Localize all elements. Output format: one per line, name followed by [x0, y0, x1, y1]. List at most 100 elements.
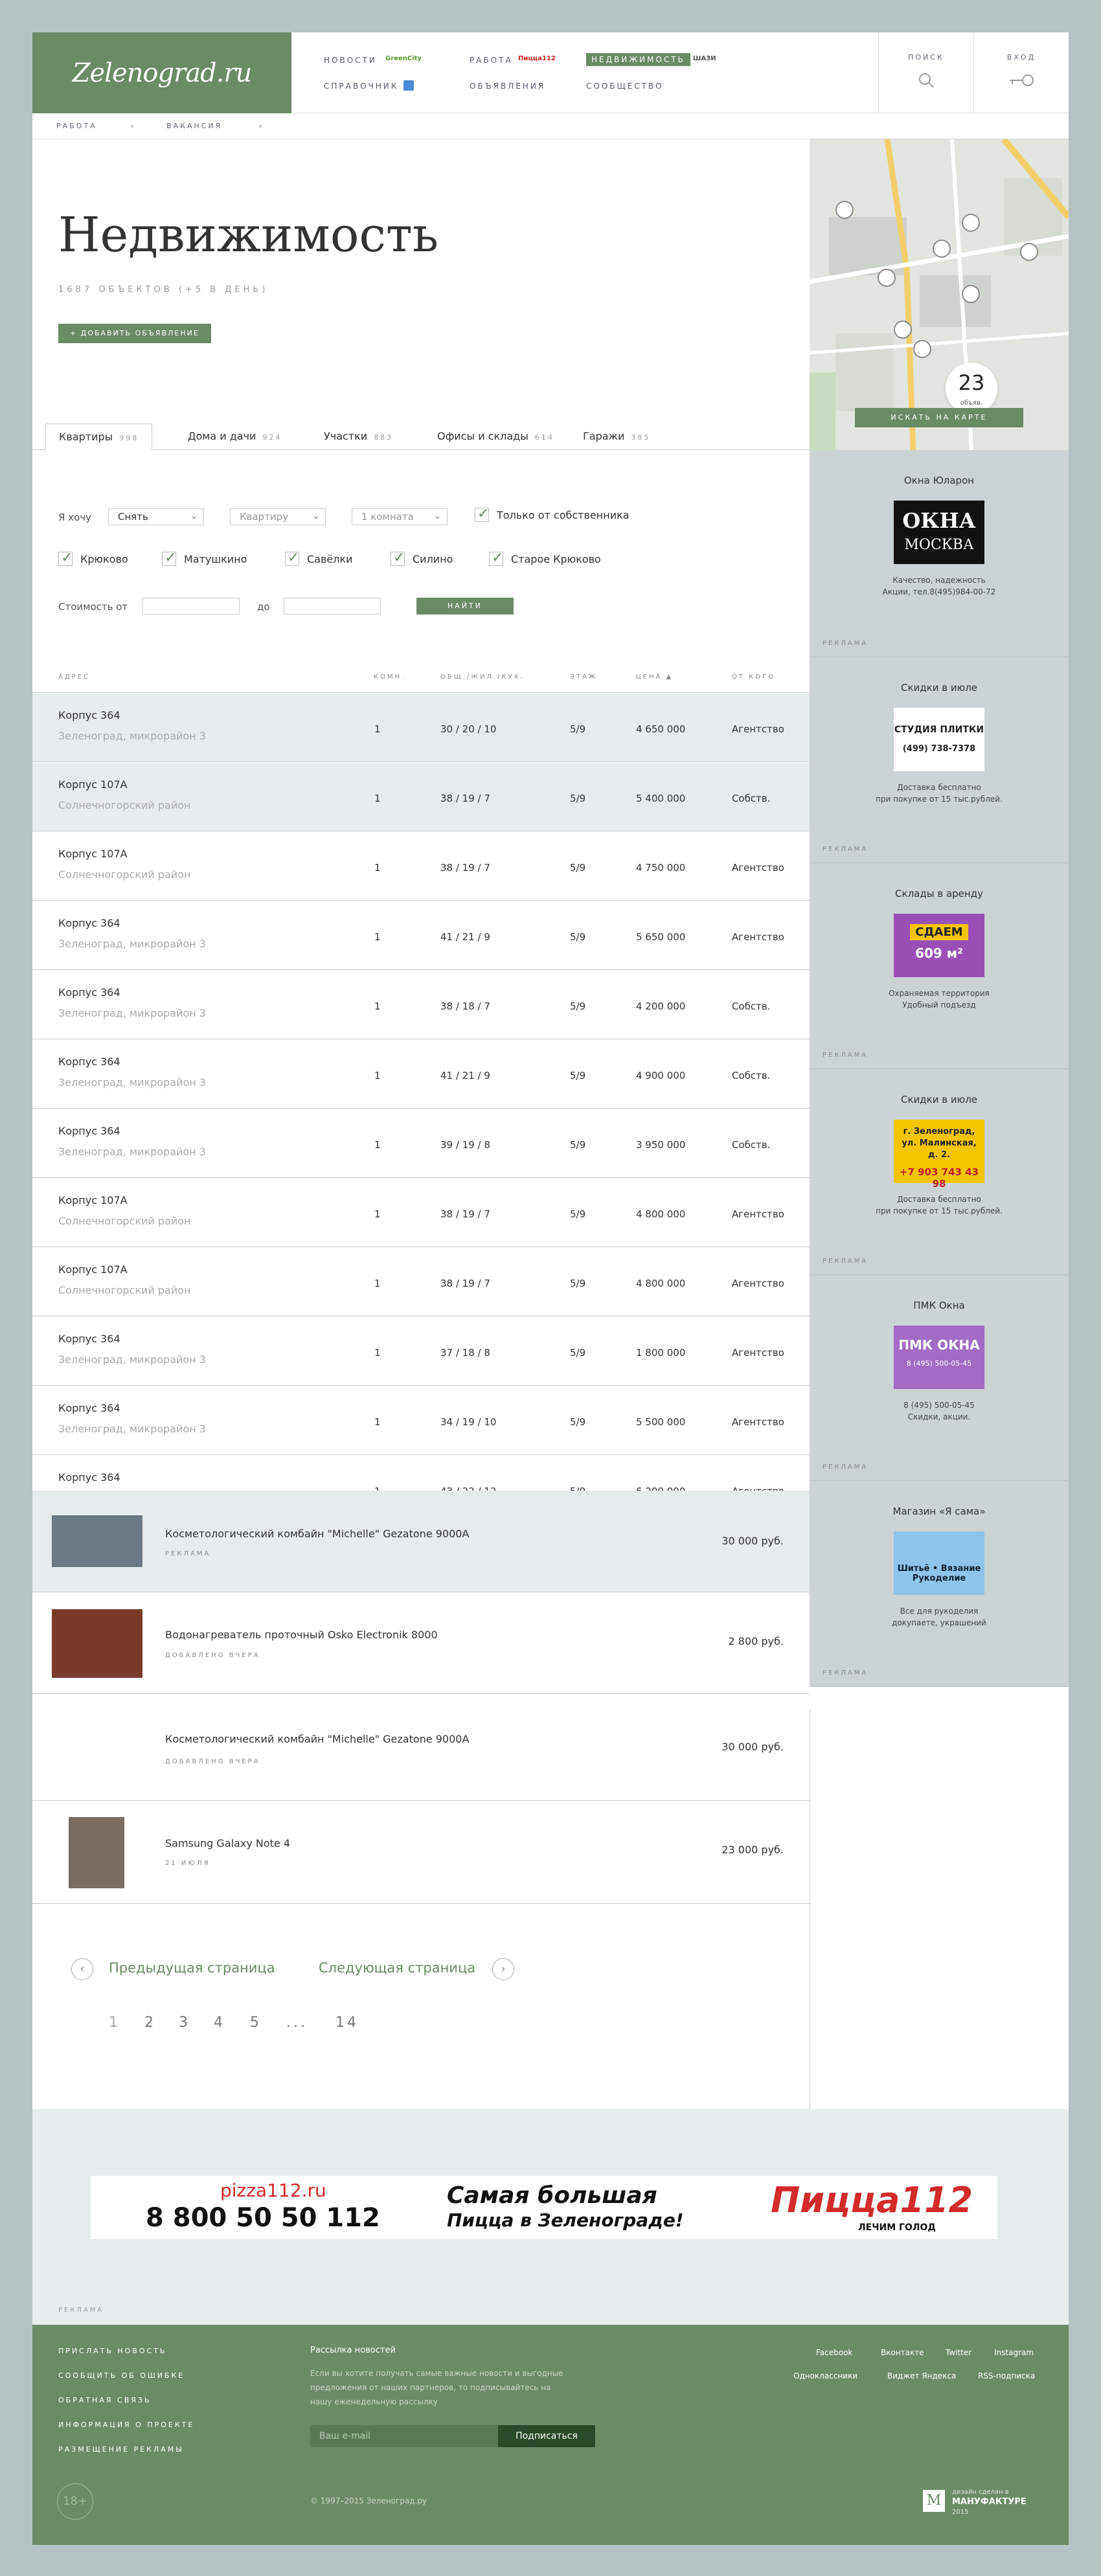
tab-apartments[interactable]: Квартиры 998: [45, 424, 153, 451]
map-pin[interactable]: [878, 269, 896, 287]
table-row[interactable]: Корпус 364 Зеленоград, микрорайон 3 1 38 / …: [32, 971, 810, 1039]
page-number[interactable]: 2: [144, 2015, 156, 2031]
product-item[interactable]: Косметологический комбайн "Michelle" Gez…: [32, 1491, 810, 1592]
next-page-icon[interactable]: ›: [492, 1958, 514, 1980]
nav-directory[interactable]: Справочник: [324, 82, 398, 91]
rooms-select[interactable]: 1 комната: [352, 508, 448, 525]
page-number-current[interactable]: 1: [109, 2015, 120, 2031]
owner-only-checkbox[interactable]: Только от собственника: [475, 506, 630, 522]
product-item[interactable]: Samsung Galaxy Note 4 21 июля 23 000 руб…: [32, 1801, 810, 1904]
table-row[interactable]: Корпус 364 Зеленоград, микрорайон 3 1 37 / …: [32, 1317, 810, 1386]
listing-title[interactable]: Корпус 364: [58, 1333, 120, 1345]
table-row[interactable]: Корпус 364 Зеленоград, микрорайон 3 1 30 / …: [32, 694, 810, 762]
page-number[interactable]: 14: [335, 2015, 359, 2031]
col-area[interactable]: Общ./жил./кух.: [440, 673, 525, 681]
page-number[interactable]: 5: [250, 2015, 262, 2031]
product-item[interactable]: Водонагреватель проточный Osko Electroni…: [32, 1592, 810, 1694]
find-button[interactable]: Найти: [416, 598, 514, 615]
footer-link[interactable]: Прислать новость: [58, 2347, 166, 2355]
side-ad[interactable]: Окна Юларон ОКНА МОСКВА Качество, надежн…: [810, 450, 1069, 657]
nav-realty[interactable]: Недвижимость: [586, 53, 690, 66]
breadcrumb-item[interactable]: Работа: [56, 122, 97, 130]
product-item[interactable]: Косметологический комбайн "Michelle" Gez…: [32, 1694, 810, 1801]
table-row[interactable]: Корпус 107А Солнечногорский район 1 38 / 19…: [32, 832, 810, 901]
social-link-twitter[interactable]: Twitter: [946, 2348, 971, 2357]
map-pin[interactable]: [933, 240, 951, 258]
prev-page-link[interactable]: Предыдущая страница: [109, 1960, 275, 1976]
side-ad[interactable]: Магазин «Я сама» Шитьё • Вязание Рукодел…: [810, 1481, 1069, 1687]
social-link-yandex[interactable]: Виджет Яндекса: [887, 2371, 956, 2380]
col-address[interactable]: Адрес: [58, 673, 90, 681]
table-row[interactable]: Корпус 364 Зеленоград, микрорайон 3 1 34 / …: [32, 1386, 810, 1455]
login-button[interactable]: Вход: [973, 32, 1069, 113]
nav-news-badge[interactable]: GreenCity: [385, 55, 422, 62]
table-row[interactable]: Корпус 364 Зеленоград, микрорайон 3 1 39 / …: [32, 1109, 810, 1178]
page-number[interactable]: 3: [179, 2015, 190, 2031]
price-from-input[interactable]: [142, 598, 240, 615]
footer-link[interactable]: Информация о проекте: [58, 2421, 194, 2429]
district-checkbox[interactable]: Савёлки: [285, 550, 353, 566]
social-link-ok[interactable]: Одноклассники: [793, 2371, 857, 2380]
nav-jobs[interactable]: Работа: [470, 56, 513, 65]
price-to-input[interactable]: [284, 598, 381, 615]
add-listing-button[interactable]: + Добавить объявление: [58, 324, 211, 343]
col-floor[interactable]: Этаж: [570, 673, 598, 681]
listing-title[interactable]: Корпус 364: [58, 1471, 120, 1484]
listing-title[interactable]: Корпус 107А: [58, 1194, 128, 1206]
pizza-banner[interactable]: pizza112.ru 8 800 50 50 112 Самая больша…: [91, 2176, 997, 2239]
listing-title[interactable]: Корпус 364: [58, 1056, 120, 1068]
tab-plots[interactable]: Участки 883: [311, 424, 406, 451]
map-pin[interactable]: [1020, 243, 1038, 261]
col-price[interactable]: Цена ▲: [636, 673, 673, 681]
site-logo[interactable]: Zelenograd.ru: [32, 32, 291, 113]
listing-title[interactable]: Корпус 107А: [58, 778, 128, 791]
map-pin[interactable]: [962, 285, 980, 303]
social-link-instagram[interactable]: Instagram: [994, 2348, 1034, 2357]
action-select[interactable]: Снять: [108, 508, 204, 525]
table-row[interactable]: Корпус 107А Солнечногорский район 1 38 / 19…: [32, 1179, 810, 1247]
map-pin[interactable]: [962, 214, 980, 232]
listing-title[interactable]: Корпус 364: [58, 1402, 120, 1414]
nav-community[interactable]: Сообщество: [586, 82, 664, 91]
table-row[interactable]: Корпус 364 Зеленоград, микрорайон 3 1 41 / …: [32, 901, 810, 970]
map-pin[interactable]: [835, 201, 854, 219]
table-row[interactable]: Корпус 107А Солнечногорский район 1 38 / 19…: [32, 1248, 810, 1316]
social-link-vk[interactable]: Вконтакте: [881, 2348, 924, 2357]
search-on-map-button[interactable]: Искать на карте: [855, 408, 1023, 427]
listing-title[interactable]: Корпус 364: [58, 1125, 120, 1137]
col-rooms[interactable]: Комн.: [374, 673, 405, 681]
district-checkbox[interactable]: Силино: [391, 550, 453, 566]
side-ad[interactable]: Скидки в июле СТУДИЯ ПЛИТКИ (499) 738-73…: [810, 657, 1069, 863]
manufactura-logo-icon[interactable]: M: [923, 2490, 945, 2512]
nav-news[interactable]: Новости: [324, 56, 377, 65]
district-checkbox[interactable]: Матушкино: [162, 550, 247, 566]
listing-title[interactable]: Корпус 364: [58, 709, 120, 721]
prev-page-icon[interactable]: ‹: [71, 1958, 93, 1980]
listing-title[interactable]: Корпус 364: [58, 917, 120, 929]
social-link-rss[interactable]: RSS-подписка: [978, 2371, 1035, 2380]
footer-link[interactable]: Размещение рекламы: [58, 2445, 184, 2454]
table-row[interactable]: Корпус 364 Зеленоград, микрорайон 3 1 41 / …: [32, 1040, 810, 1109]
listing-title[interactable]: Корпус 364: [58, 986, 120, 999]
next-page-link[interactable]: Следующая страница: [319, 1960, 475, 1976]
maker-name[interactable]: МАНУФАКТУРЕ: [952, 2497, 1027, 2507]
footer-link[interactable]: Обратная связь: [58, 2396, 152, 2404]
table-row[interactable]: Корпус 107А Солнечногорский район 1 38 / 19…: [32, 763, 810, 831]
side-ad[interactable]: Склады в аренду СДАЕМ 609 м² Охраняемая …: [810, 863, 1069, 1069]
social-link-facebook[interactable]: Facebook: [816, 2348, 852, 2357]
side-ad[interactable]: Скидки в июле г. Зеленоград, ул. Малинск…: [810, 1069, 1069, 1275]
nav-ads[interactable]: Объявления: [470, 82, 545, 91]
breadcrumb-item[interactable]: Вакансия: [166, 122, 222, 130]
nav-realty-badge[interactable]: ШАЗИ: [693, 55, 716, 62]
listing-title[interactable]: Корпус 107А: [58, 1263, 128, 1276]
type-select[interactable]: Квартиру: [230, 508, 326, 525]
map-pin[interactable]: [894, 321, 912, 339]
page-number[interactable]: 4: [214, 2015, 225, 2031]
nav-jobs-badge[interactable]: Пицца112: [518, 55, 556, 62]
tab-garages[interactable]: Гаражи 385: [570, 424, 663, 451]
tab-houses[interactable]: Дома и дачи 924: [175, 424, 295, 451]
map-pin[interactable]: [913, 340, 931, 358]
district-checkbox[interactable]: Крюково: [58, 550, 128, 566]
map-widget[interactable]: 23 объяв. Искать на карте: [810, 139, 1069, 450]
footer-link[interactable]: Сообщить об ошибке: [58, 2371, 185, 2380]
